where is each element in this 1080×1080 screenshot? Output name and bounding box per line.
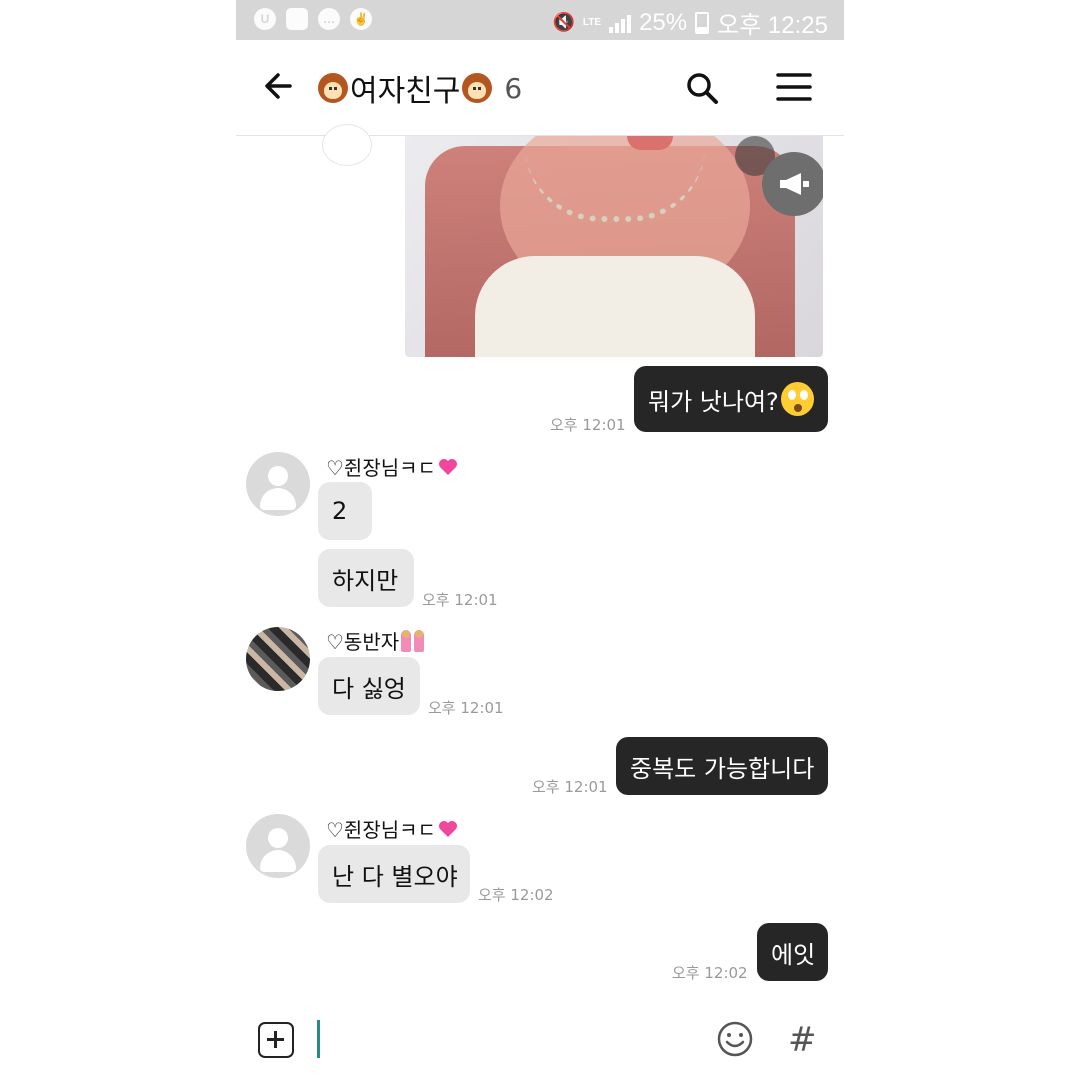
message-text: 난 다 별오야: [332, 862, 458, 891]
screenshot-icon: [286, 8, 308, 30]
incoming-message[interactable]: 2: [318, 482, 372, 540]
message-time: 오후 12:01: [532, 778, 608, 796]
emoticon-icon[interactable]: [716, 1020, 754, 1058]
sender-name: ♡쥔장님ㅋㄷ: [326, 814, 458, 843]
outgoing-message[interactable]: 에잇: [757, 923, 828, 981]
sparkling-heart-emoji: [438, 458, 457, 475]
message-text: 다 싫엉: [332, 674, 406, 703]
avatar[interactable]: [246, 627, 310, 691]
message-input-bar: #: [236, 1000, 844, 1080]
mute-icon: 🔇: [552, 12, 575, 32]
battery-percent: 25%: [639, 8, 688, 36]
incoming-message[interactable]: 하지만: [318, 549, 414, 607]
hamburger-menu-icon[interactable]: [776, 72, 812, 102]
member-count: 6: [504, 71, 523, 105]
network-type: LTE: [582, 16, 602, 28]
chat-header: 여자친구 6: [236, 40, 844, 136]
victory-hand-icon: ✌: [350, 8, 372, 30]
incoming-message[interactable]: 난 다 별오야: [318, 845, 470, 903]
notification-icons: U … ✌: [254, 8, 372, 30]
message-time: 오후 12:01: [428, 699, 504, 717]
message-text: 뭐가 낫나여?: [648, 387, 779, 416]
two-girls-emoji: [401, 629, 425, 652]
message-text: 에잇: [771, 940, 816, 969]
message-time: 오후 12:01: [422, 591, 498, 609]
status-bar: U … ✌ 🔇 LTE 25% 오후 12:25: [236, 0, 844, 40]
plus-icon[interactable]: [258, 1022, 294, 1058]
reply-bubble-icon[interactable]: [322, 124, 372, 166]
outgoing-message[interactable]: 중복도 가능합니다: [616, 737, 828, 795]
u-app-icon: U: [254, 8, 276, 30]
girl-face-emoji: [462, 73, 493, 103]
message-text: 2: [332, 497, 348, 525]
room-name: 여자친구: [350, 74, 461, 109]
message-time: 오후 12:01: [550, 416, 626, 434]
phone-screen: U … ✌ 🔇 LTE 25% 오후 12:25 여자친구 6 오후 12:01…: [236, 0, 844, 1080]
surprised-face-emoji: [780, 382, 814, 416]
back-arrow-icon[interactable]: [260, 66, 300, 106]
hashtag-search-icon[interactable]: #: [788, 1020, 817, 1060]
girl-face-emoji: [318, 73, 348, 103]
speaker-icon[interactable]: [762, 152, 823, 216]
signal-icon: [609, 13, 632, 33]
sparkling-heart-emoji: [438, 820, 457, 837]
message-text: 하지만: [332, 566, 399, 595]
avatar[interactable]: [246, 814, 310, 878]
clock: 오후 12:25: [717, 12, 828, 39]
message-text: 중복도 가능합니다: [630, 754, 815, 783]
shared-photo[interactable]: [405, 136, 823, 357]
message-time: 오후 12:02: [478, 886, 554, 904]
talk-icon: …: [318, 8, 340, 30]
incoming-message[interactable]: 다 싫엉: [318, 657, 420, 715]
search-icon[interactable]: [684, 70, 720, 106]
system-indicators: 🔇 LTE 25% 오후 12:25: [552, 5, 828, 40]
battery-icon: [695, 11, 710, 34]
message-time: 오후 12:02: [672, 964, 748, 982]
photo-lace: [475, 256, 755, 357]
text-cursor[interactable]: [317, 1020, 320, 1058]
sender-name: ♡동반자: [326, 626, 425, 655]
avatar[interactable]: [246, 452, 310, 516]
message-list[interactable]: 오후 12:01 뭐가 낫나여? ♡쥔장님ㅋㄷ 2 하지만 오후 12:01 ♡…: [236, 124, 844, 996]
chat-title: 여자친구 6: [318, 66, 522, 110]
sender-name: ♡쥔장님ㅋㄷ: [326, 452, 458, 481]
outgoing-message[interactable]: 뭐가 낫나여?: [634, 366, 828, 432]
